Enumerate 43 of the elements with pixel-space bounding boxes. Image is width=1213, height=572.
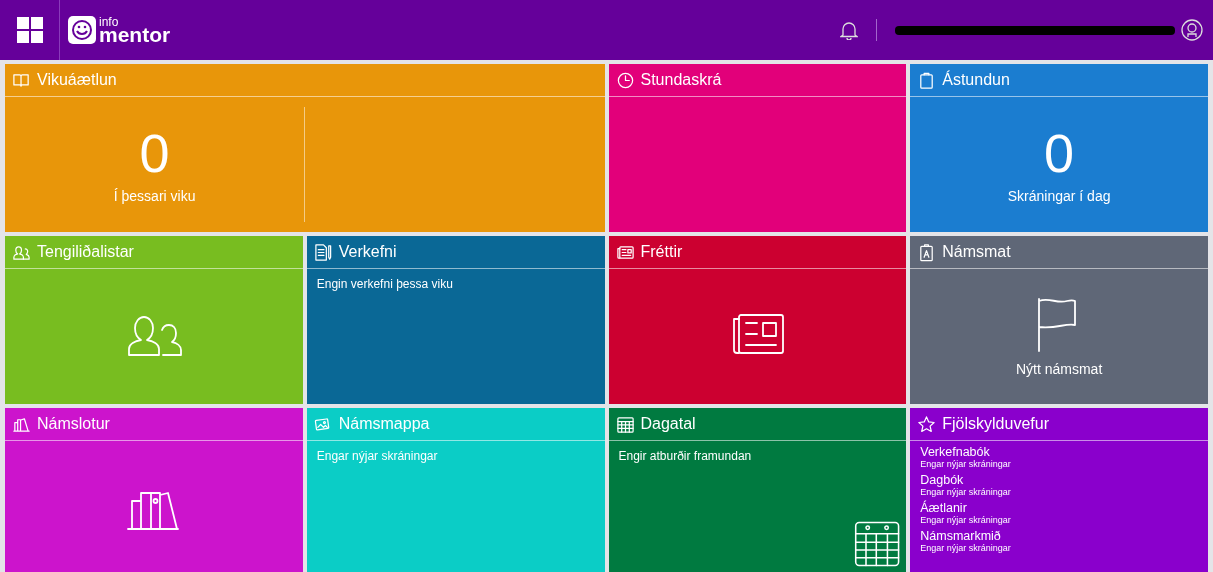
smiley-logo-icon bbox=[68, 16, 96, 44]
document-pencil-icon bbox=[313, 242, 333, 262]
link-note: Engar nýjar skráningar bbox=[920, 459, 1011, 469]
link-note: Engar nýjar skráningar bbox=[920, 487, 1011, 497]
user-icon[interactable] bbox=[1181, 19, 1203, 41]
tile-message: Engin verkefni þessa viku bbox=[315, 276, 454, 293]
count-caption: Í þessari viku bbox=[113, 187, 196, 204]
link-note: Engar nýjar skráningar bbox=[920, 543, 1011, 553]
link-title[interactable]: Námsmarkmið bbox=[920, 529, 1011, 543]
tile-title: Námsmat bbox=[942, 243, 1011, 261]
count-number: 0 bbox=[1044, 125, 1075, 180]
dashboard-tile[interactable]: Fréttir bbox=[608, 236, 907, 404]
bell-icon[interactable] bbox=[840, 20, 858, 40]
tile-message: Engir atburðir framundan bbox=[617, 448, 753, 465]
tile-title: Námsmappa bbox=[338, 415, 430, 433]
tile-message: Engar nýjar skráningar bbox=[315, 448, 439, 465]
dashboard-tile[interactable]: Námslotur bbox=[5, 408, 303, 572]
calendar-icon bbox=[615, 414, 635, 434]
dashboard-tile[interactable]: Dagatal Engir atburðir framundan bbox=[608, 408, 907, 572]
tile-title: Tengiliðalistar bbox=[37, 243, 134, 261]
dashboard-tile[interactable]: Verkefni Engin verkefni þessa viku bbox=[306, 236, 605, 404]
tile-title: Fréttir bbox=[640, 243, 683, 261]
tile-title: Verkefni bbox=[338, 243, 397, 261]
dashboard-tile[interactable]: Fjölskylduvefur Verkefnabók Engar nýjar skráningar Dagbók Engar nýjar skráningar Áætlanir Engar nýjar skráningar Námsmarkmið Engar nýjar skráningar bbox=[910, 408, 1208, 572]
dashboard-tile[interactable]: Stundaskrá bbox=[608, 64, 907, 232]
grid-icon bbox=[16, 17, 43, 43]
tile-title: Vikuáætlun bbox=[37, 71, 117, 89]
star-icon bbox=[917, 414, 937, 434]
tile-caption: Nýtt námsmat bbox=[1015, 360, 1103, 377]
count-caption: Skráningar í dag bbox=[1007, 187, 1111, 204]
link-title[interactable]: Áætlanir bbox=[920, 501, 1011, 515]
tile-title: Fjölskylduvefur bbox=[942, 415, 1049, 433]
dashboard-tile[interactable]: Ástundun 0 Skráningar í dag bbox=[910, 64, 1208, 232]
link-note: Engar nýjar skráningar bbox=[920, 515, 1011, 525]
tile-title: Ástundun bbox=[942, 71, 1010, 89]
tile-title: Dagatal bbox=[640, 415, 696, 433]
link-title[interactable]: Dagbók bbox=[920, 473, 1011, 487]
dashboard-tile[interactable]: Námsmat Nýtt námsmat bbox=[910, 236, 1208, 404]
link-title[interactable]: Verkefnabók bbox=[920, 445, 1011, 459]
count-number: 0 bbox=[139, 125, 170, 180]
clock-icon bbox=[615, 70, 635, 90]
tile-title: Námslotur bbox=[37, 415, 110, 433]
tile-title: Stundaskrá bbox=[640, 71, 722, 89]
